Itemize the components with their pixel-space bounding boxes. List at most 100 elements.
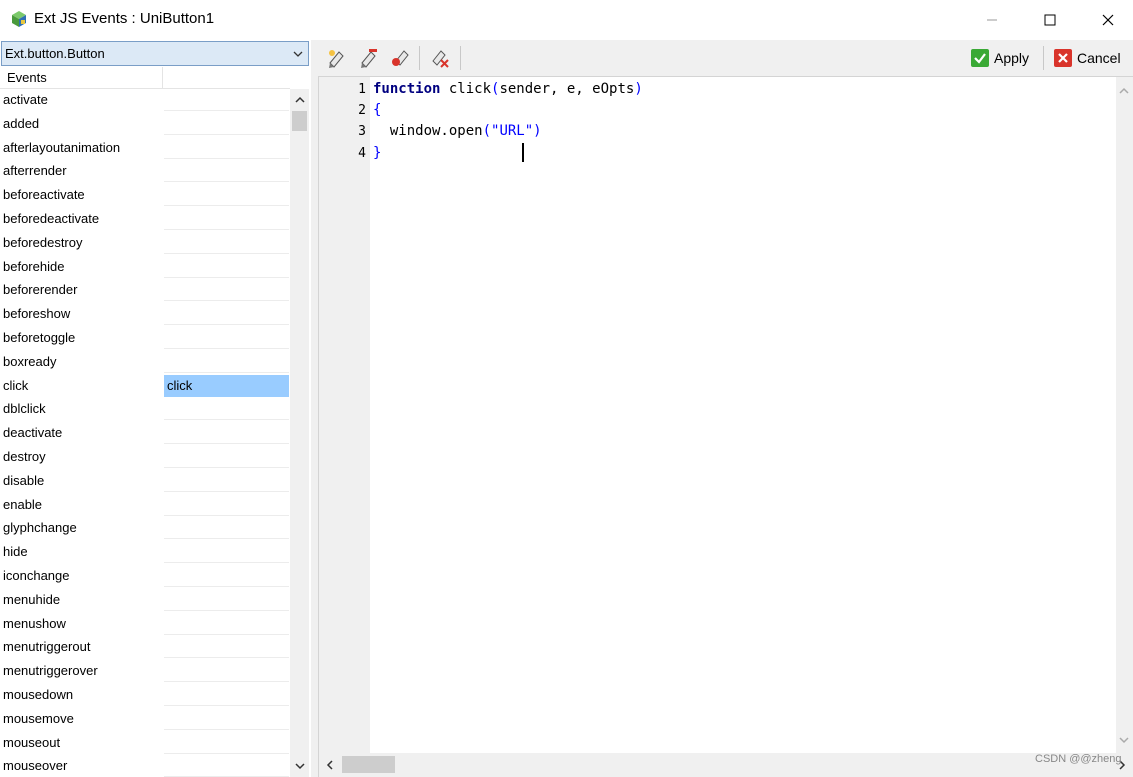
code-line-2: {	[373, 102, 382, 118]
event-row[interactable]: afterrender	[0, 160, 290, 184]
class-selector-dropdown[interactable]: Ext.button.Button	[1, 41, 309, 66]
event-handler-cell[interactable]	[164, 279, 289, 302]
event-row[interactable]: mouseover	[0, 755, 290, 777]
code-editor[interactable]: 1 2 3 4 function click(sender, e, eOpts)…	[318, 76, 1133, 777]
event-handler-cell[interactable]	[164, 613, 289, 635]
editor-horizontal-scrollbar[interactable]	[319, 753, 1133, 777]
event-row[interactable]: mousedown	[0, 684, 290, 708]
scroll-up-icon[interactable]	[1119, 83, 1129, 98]
event-row[interactable]: mouseout	[0, 732, 290, 756]
event-name: destroy	[3, 448, 46, 464]
event-row[interactable]: menushow	[0, 613, 290, 637]
event-row[interactable]: hide	[0, 541, 290, 565]
event-handler-cell[interactable]	[164, 755, 289, 777]
event-row[interactable]: added	[0, 113, 290, 137]
event-handler-cell[interactable]	[164, 208, 289, 230]
event-row[interactable]: boxready	[0, 351, 290, 375]
event-handler-cell[interactable]	[164, 327, 289, 349]
horizontal-scroll-thumb[interactable]	[342, 756, 395, 773]
event-handler-cell[interactable]	[164, 303, 289, 326]
code-text-area[interactable]: function click(sender, e, eOpts) { windo…	[373, 77, 1113, 753]
scroll-down-icon[interactable]	[1119, 732, 1129, 747]
line-number-gutter: 1 2 3 4	[319, 77, 370, 753]
event-row[interactable]: destroy	[0, 446, 290, 470]
event-row[interactable]: glyphchange	[0, 517, 290, 541]
delete-handler-button[interactable]	[388, 46, 412, 70]
event-handler-cell[interactable]	[164, 113, 289, 135]
event-row[interactable]: beforetoggle	[0, 327, 290, 351]
event-handler-cell[interactable]	[164, 708, 289, 730]
event-row[interactable]: beforeactivate	[0, 184, 290, 208]
event-handler-cell[interactable]: click	[164, 374, 289, 397]
event-row[interactable]: menuhide	[0, 589, 290, 613]
close-icon	[1102, 14, 1114, 26]
events-panel: Ext.button.Button Events activate added af…	[0, 40, 311, 777]
event-row[interactable]: afterlayoutanimation	[0, 137, 290, 161]
event-row[interactable]: deactivate	[0, 422, 290, 446]
close-button[interactable]	[1078, 0, 1133, 40]
event-handler-cell[interactable]	[164, 494, 289, 516]
event-row[interactable]: activate	[0, 89, 290, 113]
event-handler-cell[interactable]	[164, 732, 289, 754]
edit-handler-button[interactable]	[356, 46, 380, 70]
event-handler-cell[interactable]	[164, 541, 289, 564]
clear-handler-button[interactable]	[428, 46, 452, 70]
event-handler-cell[interactable]	[164, 684, 289, 706]
event-name: glyphchange	[3, 520, 77, 536]
event-row[interactable]: beforerender	[0, 279, 290, 303]
event-list-scrollbar[interactable]	[290, 89, 309, 777]
event-handler-cell[interactable]	[164, 517, 289, 540]
event-name: iconchange	[3, 567, 70, 583]
editor-vertical-scrollbar[interactable]	[1116, 77, 1133, 753]
event-handler-cell[interactable]	[164, 137, 289, 159]
event-row[interactable]: click click	[0, 374, 290, 399]
event-row[interactable]: enable	[0, 494, 290, 518]
event-handler-cell[interactable]	[164, 256, 289, 278]
event-handler-cell[interactable]	[164, 589, 289, 611]
clear-handler-icon	[432, 50, 449, 68]
event-handler-cell[interactable]	[164, 636, 289, 659]
maximize-button[interactable]	[1020, 0, 1080, 40]
add-handler-button[interactable]	[324, 46, 348, 70]
scroll-up-icon[interactable]	[290, 91, 309, 109]
event-row[interactable]: beforeshow	[0, 303, 290, 327]
scroll-thumb[interactable]	[292, 111, 307, 131]
event-name: beforerender	[3, 282, 78, 298]
event-handler-cell[interactable]	[164, 184, 289, 207]
event-row[interactable]: beforehide	[0, 256, 290, 280]
event-handler-cell[interactable]	[164, 470, 289, 492]
window-title: Ext JS Events : UniButton1	[34, 10, 215, 27]
event-row[interactable]: beforedeactivate	[0, 208, 290, 232]
event-handler-cell[interactable]	[164, 446, 289, 468]
cancel-button[interactable]: Cancel	[1054, 46, 1121, 70]
add-handler-icon	[329, 50, 344, 68]
event-row[interactable]: menutriggerout	[0, 636, 290, 660]
event-row[interactable]: beforedestroy	[0, 232, 290, 256]
event-row[interactable]: mousemove	[0, 708, 290, 732]
paren-close: )	[634, 81, 643, 97]
scroll-down-icon[interactable]	[290, 757, 309, 775]
scroll-left-icon[interactable]	[323, 757, 337, 773]
event-handler-cell[interactable]	[164, 160, 289, 183]
check-icon	[971, 49, 989, 67]
event-handler-cell[interactable]	[164, 565, 289, 587]
event-handler-cell[interactable]	[164, 660, 289, 683]
apply-button[interactable]: Apply	[971, 46, 1029, 70]
event-handler-cell[interactable]	[164, 398, 289, 421]
chevron-down-icon	[292, 48, 304, 60]
minimize-button[interactable]	[962, 0, 1022, 40]
paren-close: )	[533, 123, 542, 139]
line-number: 4	[358, 146, 366, 161]
event-handler-cell[interactable]	[164, 89, 289, 111]
event-row[interactable]: iconchange	[0, 565, 290, 589]
paren-open: (	[482, 123, 492, 139]
event-row[interactable]: disable	[0, 470, 290, 494]
event-row[interactable]: menutriggerover	[0, 660, 290, 684]
event-row[interactable]: dblclick	[0, 398, 290, 422]
panel-splitter[interactable]	[311, 40, 318, 777]
code-line-4: }	[373, 145, 382, 161]
event-handler-cell[interactable]	[164, 232, 289, 254]
event-handler-cell[interactable]	[164, 351, 289, 373]
code-line-3: window.open("URL")	[373, 123, 542, 139]
event-handler-cell[interactable]	[164, 422, 289, 445]
